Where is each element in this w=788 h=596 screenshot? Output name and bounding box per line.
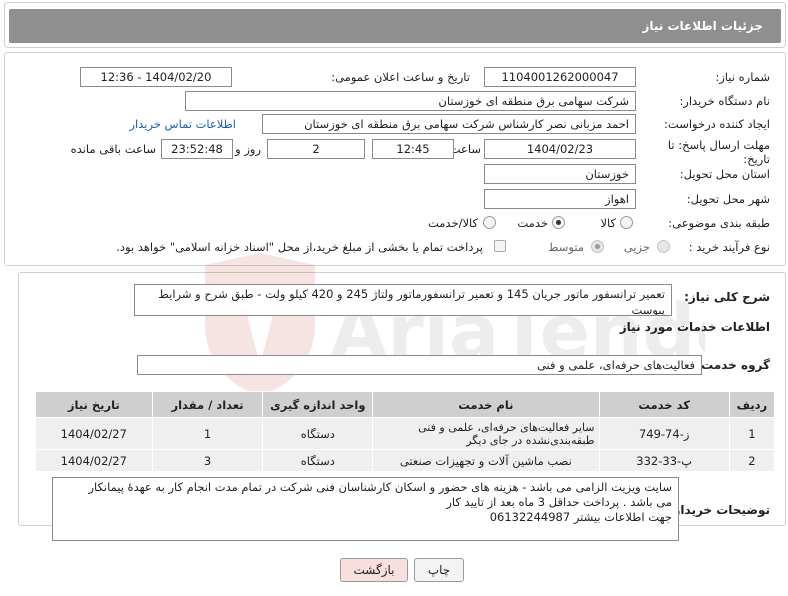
row-code: پ-33-332 (598, 449, 730, 472)
table-row: 2 پ-33-332 نصب ماشین آلات و تجهیزات صنعت… (35, 449, 776, 472)
row-qty: 3 (151, 449, 264, 472)
table-header-row: ردیف کد خدمت نام خدمت واحد اندازه گیری ت… (35, 391, 776, 418)
row-date: 1404/02/27 (35, 449, 153, 472)
days-label: روز و (235, 142, 261, 156)
city-label: شهر محل تحویل: (686, 192, 770, 206)
buyer-org-label: نام دستگاه خریدار: (679, 94, 770, 108)
category-radio-goods[interactable] (620, 216, 633, 229)
need-number-field: 1104001262000047 (484, 67, 636, 87)
service-group-field: فعالیت‌های حرفه‌ای، علمی و فنی (137, 355, 702, 375)
category-radio-goods-service[interactable] (483, 216, 496, 229)
province-field: خوزستان (484, 164, 636, 184)
row-unit: دستگاه (262, 449, 374, 472)
process-label: نوع فرآیند خرید : (688, 240, 770, 254)
buyer-notes-field: سایت ویزیت الزامی می باشد - هزینه های حض… (52, 477, 679, 541)
row-date: 1404/02/27 (35, 417, 153, 450)
buyer-contact-link[interactable]: اطلاعات تماس خریدار (129, 117, 236, 131)
services-table: ردیف کد خدمت نام خدمت واحد اندازه گیری ت… (35, 391, 776, 472)
col-code: کد خدمت (598, 391, 730, 418)
process-option-medium: متوسط (547, 240, 584, 254)
buyer-org-field: شرکت سهامی برق منطقه ای خوزستان (185, 91, 636, 111)
header-bar: جزئیات اطلاعات نیاز (9, 9, 781, 43)
deadline-time-label: ساعت (449, 142, 481, 156)
treasury-checkbox[interactable] (494, 240, 506, 252)
page-header: جزئیات اطلاعات نیاز (4, 2, 786, 48)
row-qty: 1 (151, 417, 264, 450)
payment-note: پرداخت تمام یا بخشی از مبلغ خرید،از محل … (116, 240, 483, 254)
creator-label: ایجاد کننده درخواست: (664, 117, 770, 131)
category-option-service: خدمت (517, 216, 548, 230)
city-field: اهواز (484, 189, 636, 209)
page-title: جزئیات اطلاعات نیاز (642, 19, 763, 33)
deadline-date-field: 1404/02/23 (484, 139, 636, 159)
summary-label: شرح کلی نیاز: (684, 290, 770, 304)
category-radio-service[interactable] (552, 216, 565, 229)
row-unit: دستگاه (262, 417, 374, 450)
row-index: 2 (728, 449, 776, 472)
announce-label: تاریخ و ساعت اعلان عمومی: (331, 70, 470, 84)
print-button[interactable]: چاپ (414, 558, 464, 582)
remaining-time-field: 23:52:48 (161, 139, 233, 159)
creator-field: احمد مزبانی نصر کارشناس شرکت سهامی برق م… (262, 114, 636, 134)
process-radio-minor[interactable] (657, 240, 670, 253)
table-row: 1 ز-74-749 سایر فعالیت‌های حرفه‌ای، علمی… (35, 417, 776, 450)
buyer-notes-line: جهت اطلاعات بیشتر 06132244987 (489, 510, 672, 524)
row-index: 1 (728, 417, 776, 450)
need-number-label: شماره نیاز: (715, 70, 770, 84)
col-index: ردیف (728, 391, 776, 418)
col-date: تاریخ نیاز (35, 391, 153, 418)
days-field: 2 (267, 139, 365, 159)
row-name: سایر فعالیت‌های حرفه‌ای، علمی و فنی طبقه… (372, 417, 600, 450)
row-name: نصب ماشین آلات و تجهیزات صنعتی (372, 449, 600, 472)
col-qty: تعداد / مقدار (151, 391, 264, 418)
deadline-time-field: 12:45 (372, 139, 454, 159)
province-label: استان محل تحویل: (679, 167, 770, 181)
buyer-notes-label: توضیحات خریدار: (668, 503, 770, 517)
services-section-title: اطلاعات خدمات مورد نیاز (619, 320, 770, 334)
category-option-goods-service: کالا/خدمت (427, 216, 478, 230)
category-label: طبقه بندی موضوعی: (668, 216, 770, 230)
process-option-minor: جزیی (623, 240, 650, 254)
remaining-time-label: ساعت باقی مانده (70, 142, 156, 156)
summary-field: تعمیر ترانسفور ماتور جریان 145 و تعمیر ت… (134, 284, 672, 316)
buyer-notes-line: می باشد . پرداخت حداقل 3 ماه بعد از تایی… (446, 495, 672, 509)
service-group-label: گروه خدمت: (696, 358, 770, 372)
category-option-goods: کالا (600, 216, 616, 230)
col-name: نام خدمت (372, 391, 600, 418)
announce-field: 1404/02/20 - 12:36 (80, 67, 232, 87)
buyer-notes-line: سایت ویزیت الزامی می باشد - هزینه های حض… (88, 480, 672, 494)
row-code: ز-74-749 (598, 417, 730, 450)
process-radio-medium[interactable] (591, 240, 604, 253)
deadline-label: مهلت ارسال پاسخ: تا تاریخ: (667, 138, 770, 166)
col-unit: واحد اندازه گیری (262, 391, 374, 418)
back-button[interactable]: بازگشت (340, 558, 408, 582)
